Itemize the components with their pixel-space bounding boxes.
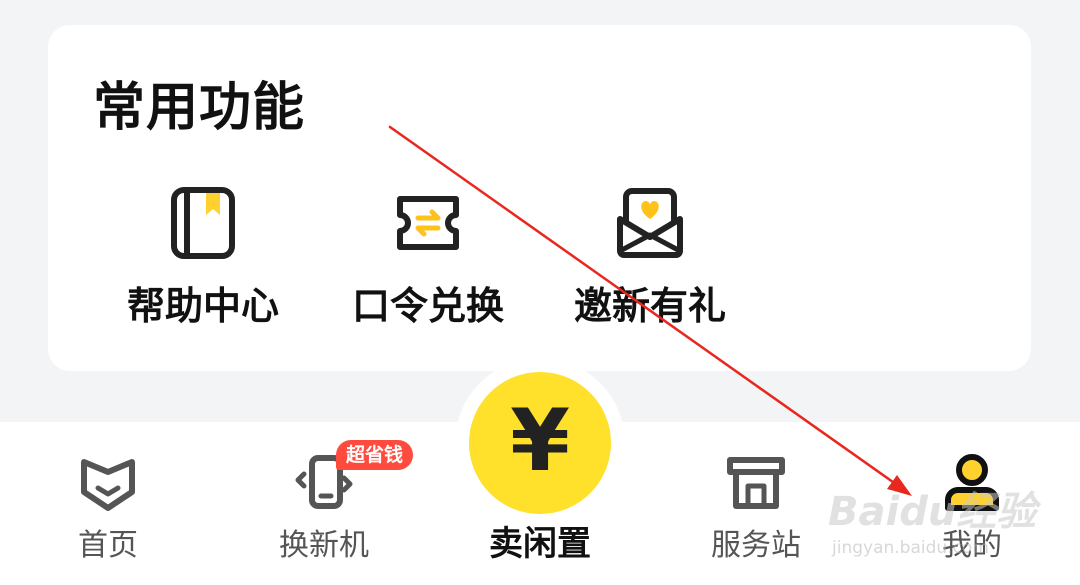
ticket-exchange-icon [390, 185, 466, 261]
home-icon [76, 450, 140, 514]
code-redeem-item[interactable]: 口令兑换 [323, 185, 533, 329]
service-station-icon [724, 450, 788, 514]
tab-service-station-label: 服务站 [711, 528, 801, 563]
help-center-label: 帮助中心 [126, 284, 279, 328]
yen-glyph: ¥ [510, 391, 570, 491]
help-center-item[interactable]: 帮助中心 [98, 185, 308, 329]
baidu-watermark: Baidu经验 jingyan.baidu.com [828, 490, 1048, 582]
code-redeem-label: 口令兑换 [351, 284, 504, 328]
sell-idle-button[interactable]: ¥ [469, 372, 611, 514]
watermark-brand: Baidu经验 [828, 489, 1037, 535]
save-money-badge: 超省钱 [336, 440, 414, 470]
tab-sell-label: 卖闲置 [489, 524, 591, 564]
tab-service-station[interactable]: 服务站 [666, 450, 846, 564]
tab-home-label: 首页 [78, 528, 138, 563]
common-functions-card: 常用功能 帮助中心 口令兑换 邀新有礼 [48, 25, 1031, 371]
tab-trade-in-label: 换新机 [279, 528, 369, 563]
invite-gift-item[interactable]: 邀新有礼 [545, 185, 755, 329]
yen-icon: ¥ [510, 391, 570, 491]
watermark-url: jingyan.baidu.com [832, 538, 989, 558]
card-title: 常用功能 [93, 78, 306, 138]
tab-home[interactable]: 首页 [18, 450, 198, 564]
help-book-icon [165, 185, 241, 261]
invite-envelope-icon [612, 185, 688, 261]
invite-gift-label: 邀新有礼 [573, 284, 726, 328]
